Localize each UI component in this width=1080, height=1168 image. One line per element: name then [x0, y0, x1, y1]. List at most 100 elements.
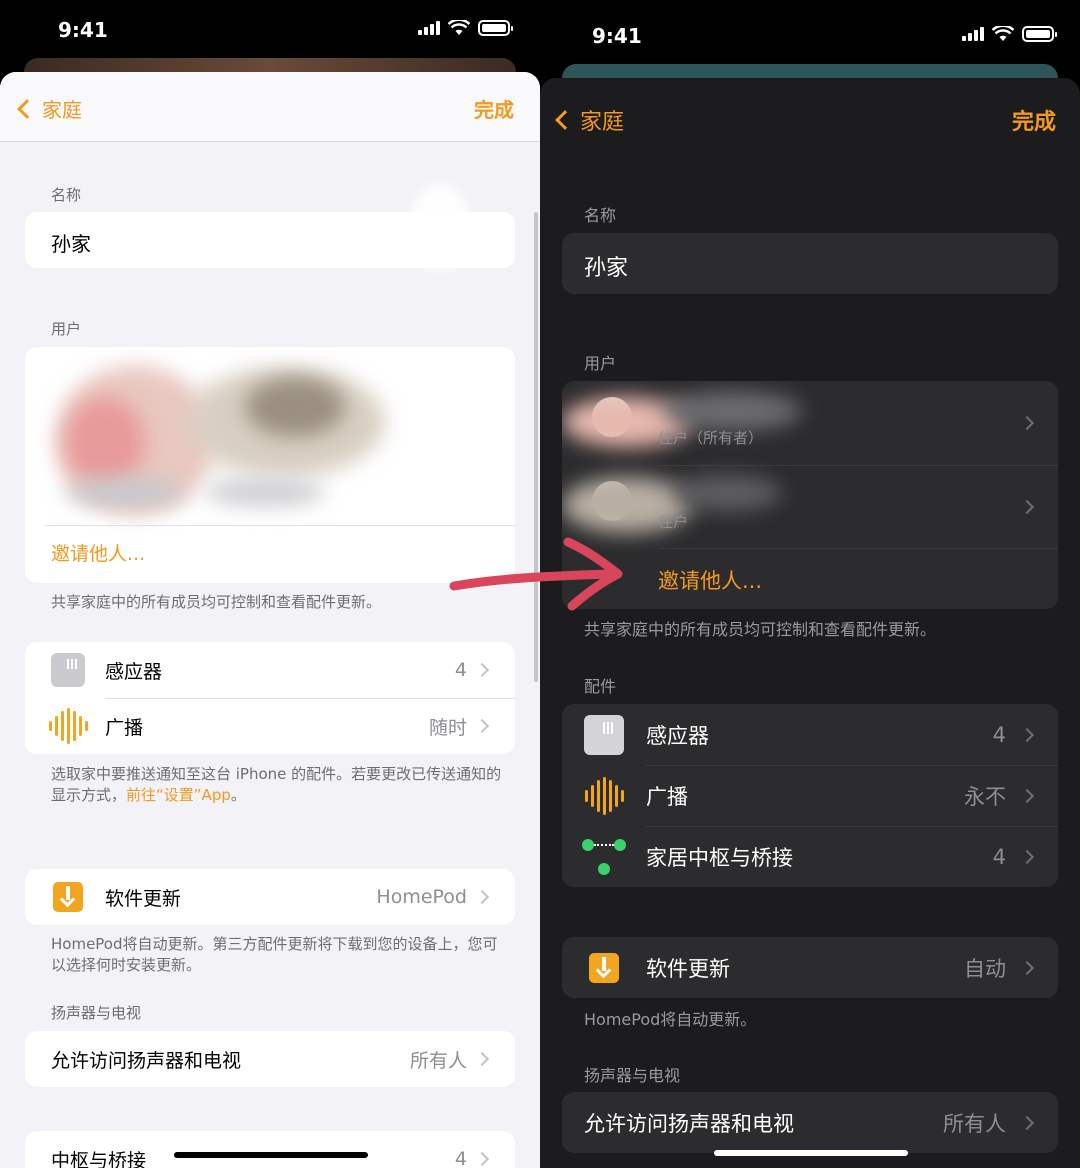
accessories-footer: 选取家中要推送通知至这台 iPhone 的配件。若要更改已传送通知的显示方式，前…	[51, 765, 502, 804]
broadcast-waveform-icon	[584, 776, 624, 815]
chevron-right-icon	[474, 1051, 490, 1067]
accessory-row-sensors[interactable]: 感应器 4	[25, 642, 515, 698]
annotation-arrow	[449, 537, 623, 611]
accessories-card: 感应器 4 广播 随时	[25, 642, 515, 754]
accessory-value: 随时	[428, 716, 467, 739]
wifi-icon	[448, 20, 470, 35]
software-update-value: 自动	[964, 956, 1006, 981]
speaker-access-label: 允许访问扬声器和电视	[584, 1111, 794, 1136]
home-settings-sheet: 家庭 完成 名称 孙家 用户 住户（所有者） 住户 邀请他人... 共享家庭中的…	[540, 78, 1080, 1168]
chevron-right-icon	[474, 1151, 490, 1167]
name-section-label: 名称	[51, 186, 82, 204]
cellular-signal-icon	[962, 27, 984, 41]
users-footer: 共享家庭中的所有成员均可控制和查看配件更新。	[584, 620, 937, 639]
battery-icon	[1022, 26, 1057, 42]
speaker-access-value: 所有人	[409, 1049, 467, 1072]
done-button[interactable]: 完成	[474, 94, 514, 123]
hub-bridge-icon	[582, 837, 626, 877]
name-section-label: 名称	[584, 206, 617, 225]
open-settings-link[interactable]: 前往“设置”App	[126, 786, 231, 804]
software-update-card: 软件更新 自动	[562, 937, 1058, 998]
accessory-value: 4	[454, 659, 467, 681]
speaker-access-value: 所有人	[943, 1111, 1006, 1136]
sensor-icon	[51, 653, 85, 687]
home-name-value: 孙家	[584, 256, 629, 281]
chevron-right-icon	[1019, 1115, 1035, 1130]
done-button[interactable]: 完成	[1012, 104, 1056, 136]
speaker-access-row[interactable]: 允许访问扬声器和电视 所有人	[25, 1031, 515, 1087]
accessory-row-broadcast[interactable]: 广播 随时	[25, 698, 515, 754]
hub-label: 中枢与桥接	[51, 1149, 147, 1168]
status-time: 9:41	[58, 18, 108, 42]
software-update-row[interactable]: 软件更新 HomePod	[25, 869, 515, 925]
back-label: 家庭	[42, 98, 82, 122]
home-name-value: 孙家	[51, 232, 91, 256]
accessory-value: 4	[992, 844, 1006, 869]
nav-bar: 家庭 完成	[0, 72, 540, 142]
accessory-label: 感应器	[646, 723, 709, 748]
sensor-icon	[584, 714, 624, 755]
accessory-row-sensors[interactable]: 感应器 4	[562, 704, 1058, 765]
status-bar: 9:41	[540, 0, 1080, 60]
user-role: 住户	[658, 513, 689, 531]
download-icon	[589, 952, 619, 983]
accessory-row-hubs[interactable]: 家居中枢与桥接 4	[562, 826, 1058, 887]
speaker-access-label: 允许访问扬声器和电视	[51, 1049, 242, 1072]
software-update-footer: HomePod将自动更新。第三方配件更新将下载到您的设备上，您可以选择何时安装更…	[51, 935, 498, 974]
download-icon	[53, 882, 83, 912]
back-button[interactable]: 家庭	[14, 94, 82, 123]
chevron-right-icon	[1019, 499, 1035, 514]
accessories-card: 感应器 4 广播 永不 家居中枢与桥接 4	[562, 704, 1058, 887]
home-settings-sheet: 家庭 完成 名称 孙家 用户 邀请他人... 共享家庭中的所有成员均可控制和查看…	[0, 72, 540, 1168]
users-section-label: 用户	[584, 354, 617, 373]
user-role: 住户（所有者）	[658, 429, 764, 447]
redaction-smudge	[410, 182, 470, 272]
chevron-right-icon	[1019, 849, 1035, 864]
chevron-left-icon	[17, 98, 37, 119]
software-update-card: 软件更新 HomePod	[25, 869, 515, 925]
speakers-section-label: 扬声器与电视	[51, 1004, 142, 1022]
accessory-label: 广播	[105, 716, 144, 739]
user-row-owner[interactable]: 住户（所有者）	[562, 381, 1058, 465]
software-update-label: 软件更新	[105, 887, 182, 910]
accessory-label: 家居中枢与桥接	[646, 845, 793, 870]
chevron-left-icon	[555, 110, 575, 130]
software-update-footer: HomePod将自动更新。	[584, 1010, 757, 1029]
speaker-access-row[interactable]: 允许访问扬声器和电视 所有人	[562, 1092, 1058, 1153]
software-update-value: HomePod	[376, 886, 467, 908]
invite-others-button[interactable]: 邀请他人...	[658, 565, 762, 595]
chevron-right-icon	[474, 889, 490, 905]
status-time: 9:41	[592, 24, 642, 48]
broadcast-waveform-icon	[48, 708, 88, 744]
hub-card: 中枢与桥接 4	[25, 1131, 515, 1168]
back-label: 家庭	[580, 110, 625, 135]
hub-row[interactable]: 中枢与桥接 4	[25, 1131, 515, 1168]
home-indicator	[174, 1152, 368, 1158]
users-section-label: 用户	[51, 320, 82, 338]
accessory-label: 感应器	[105, 660, 163, 683]
hub-value: 4	[454, 1148, 467, 1168]
accessory-label: 广播	[646, 784, 688, 809]
chevron-right-icon	[474, 662, 490, 678]
battery-icon	[478, 20, 513, 36]
accessory-row-broadcast[interactable]: 广播 永不	[562, 765, 1058, 826]
accessory-value: 4	[992, 722, 1006, 747]
speakers-card: 允许访问扬声器和电视 所有人	[25, 1031, 515, 1087]
software-update-row[interactable]: 软件更新 自动	[562, 937, 1058, 998]
accessory-value: 永不	[964, 784, 1006, 809]
chevron-right-icon	[1019, 788, 1035, 803]
cellular-signal-icon	[418, 21, 440, 35]
back-button[interactable]: 家庭	[552, 104, 624, 136]
chevron-right-icon	[1019, 415, 1035, 431]
nav-bar: 家庭 完成	[540, 78, 1080, 148]
invite-others-button[interactable]: 邀请他人...	[51, 539, 145, 566]
chevron-right-icon	[1019, 727, 1035, 742]
software-update-label: 软件更新	[646, 956, 730, 981]
home-indicator	[714, 1150, 908, 1156]
chevron-right-icon	[474, 718, 490, 734]
name-field[interactable]: 孙家	[562, 233, 1058, 294]
accessories-section-label: 配件	[584, 677, 617, 696]
speakers-section-label: 扬声器与电视	[584, 1066, 681, 1085]
status-bar: 9:41	[0, 0, 540, 60]
wifi-icon	[992, 26, 1014, 41]
